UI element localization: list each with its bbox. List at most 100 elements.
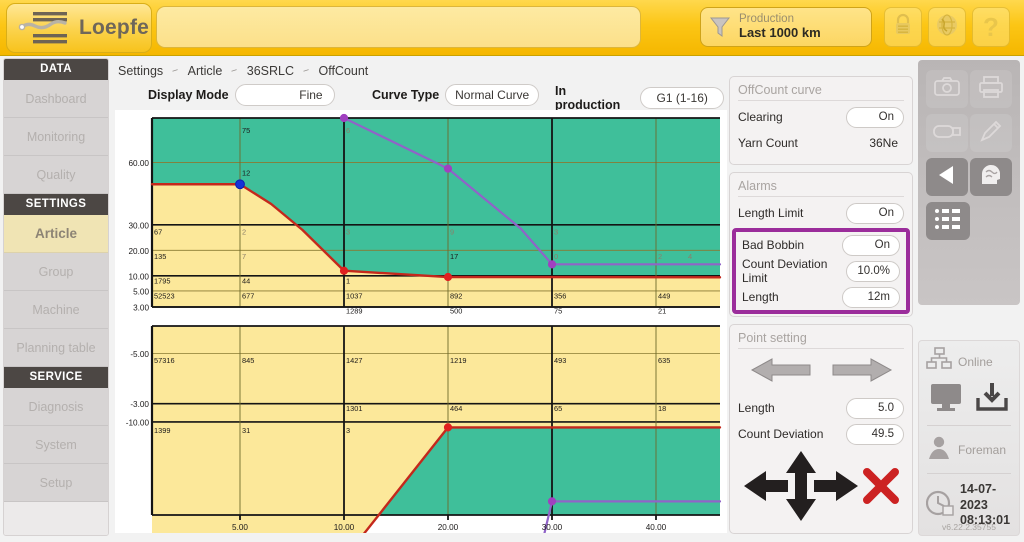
clearing-label: Clearing xyxy=(738,110,783,124)
production-filter-button[interactable]: Production Last 1000 km xyxy=(700,7,872,47)
svg-text:449: 449 xyxy=(658,292,670,301)
sidebar: DATA Dashboard Monitoring Quality SETTIN… xyxy=(3,58,109,536)
count-deviation-limit-value[interactable]: 10.0% xyxy=(846,260,900,282)
edit-button[interactable] xyxy=(970,114,1012,152)
row-point-length: Length 5.0 xyxy=(738,395,904,421)
clock-icon xyxy=(925,489,954,522)
svg-text:1219: 1219 xyxy=(450,356,466,365)
svg-text:845: 845 xyxy=(242,356,254,365)
download-icon[interactable] xyxy=(975,382,1009,417)
point-nav-arrows xyxy=(738,352,904,395)
delete-x-icon[interactable] xyxy=(862,467,900,510)
sidebar-item-diagnosis[interactable]: Diagnosis xyxy=(4,388,108,426)
svg-text:4: 4 xyxy=(688,252,692,261)
svg-text:3: 3 xyxy=(554,227,558,236)
network-status-row: Online xyxy=(919,341,1019,382)
svg-text:-5.00: -5.00 xyxy=(130,350,149,359)
svg-text:30.00: 30.00 xyxy=(129,221,150,230)
svg-text:3: 3 xyxy=(346,227,350,236)
table-button[interactable] xyxy=(926,202,970,240)
svg-text:677: 677 xyxy=(242,292,254,301)
help-button[interactable]: ? xyxy=(972,7,1010,47)
offcount-charts-svg[interactable]: 60.00 30.00 20.00 10.00 5.00 3.00 -3.00 -5.00 -1… xyxy=(115,110,727,542)
svg-text:1399: 1399 xyxy=(154,426,170,435)
head-brain-icon xyxy=(978,162,1004,193)
lock-icon xyxy=(893,13,913,42)
sidebar-item-setup[interactable]: Setup xyxy=(4,464,108,502)
camera-button[interactable] xyxy=(926,70,968,108)
svg-text:135: 135 xyxy=(154,252,166,261)
move-pad-icon-group[interactable] xyxy=(742,449,860,528)
bad-bobbin-value[interactable]: On xyxy=(842,234,900,256)
point-move-pad xyxy=(738,447,904,525)
in-production-control: In production G1 (1-16) xyxy=(555,84,724,112)
count-deviation-limit-label: Count Deviation Limit xyxy=(742,257,828,285)
sidebar-item-article[interactable]: Article xyxy=(4,215,108,253)
lock-button[interactable] xyxy=(884,7,922,47)
svg-text:10.00: 10.00 xyxy=(129,272,150,281)
loepfe-logo-icon xyxy=(17,8,73,48)
clearing-value[interactable]: On xyxy=(846,106,904,128)
arrow-right-icon[interactable] xyxy=(831,356,893,389)
question-mark-icon: ? xyxy=(983,12,999,42)
svg-text:1427: 1427 xyxy=(346,356,362,365)
point-length-value[interactable]: 5.0 xyxy=(846,397,904,419)
svg-text:17: 17 xyxy=(450,252,458,261)
printer-button[interactable] xyxy=(970,70,1012,108)
point-count-deviation-label: Count Deviation xyxy=(738,427,824,441)
production-value: Last 1000 km xyxy=(739,25,821,41)
usb-button[interactable] xyxy=(926,114,968,152)
breadcrumb-item-36srlc[interactable]: 36SRLC xyxy=(247,64,294,78)
svg-text:6: 6 xyxy=(346,126,350,135)
sidebar-item-machine[interactable]: Machine xyxy=(4,291,108,329)
status-divider-2 xyxy=(927,473,1011,474)
brand-name: Loepfe xyxy=(79,16,150,39)
point-setting-card: Point setting Length 5.0 Count Deviation… xyxy=(729,324,913,534)
offcount-chart-area[interactable]: 60.00 30.00 20.00 10.00 5.00 3.00 -3.00 -5.00 -1… xyxy=(115,110,727,542)
breadcrumb-item-settings[interactable]: Settings xyxy=(118,64,163,78)
sidebar-item-quality[interactable]: Quality xyxy=(4,156,108,194)
breadcrumb-separator-icon: − xyxy=(229,64,240,78)
row-clearing: Clearing On xyxy=(738,104,904,130)
curve-type-control: Curve Type Normal Curve xyxy=(372,84,540,106)
sidebar-item-planning-table[interactable]: Planning table xyxy=(4,329,108,367)
sidebar-item-monitoring[interactable]: Monitoring xyxy=(4,118,108,156)
svg-text:10.00: 10.00 xyxy=(334,523,355,532)
back-button[interactable] xyxy=(926,158,968,196)
status-divider xyxy=(927,425,1011,426)
search-input[interactable] xyxy=(156,6,641,48)
monitor-icon[interactable] xyxy=(929,382,963,417)
length-limit-value[interactable]: On xyxy=(846,202,904,224)
svg-text:2: 2 xyxy=(658,252,662,261)
breadcrumb-item-offcount[interactable]: OffCount xyxy=(318,64,368,78)
in-production-field[interactable]: G1 (1-16) xyxy=(640,87,724,109)
svg-text:-10.00: -10.00 xyxy=(126,418,150,427)
point-setting-title: Point setting xyxy=(738,331,904,349)
point-length-label: Length xyxy=(738,401,775,415)
svg-text:2: 2 xyxy=(242,227,246,236)
breadcrumb-item-article[interactable]: Article xyxy=(188,64,223,78)
curve-type-field[interactable]: Normal Curve xyxy=(445,84,540,106)
expert-button[interactable] xyxy=(970,158,1012,196)
svg-text:20.00: 20.00 xyxy=(438,523,459,532)
move-right-icon xyxy=(814,470,858,501)
display-mode-field[interactable]: Fine xyxy=(234,84,335,106)
svg-text:7: 7 xyxy=(242,252,246,261)
offcount-curve-card: OffCount curve Clearing On Yarn Count 36… xyxy=(729,76,913,165)
sidebar-item-system[interactable]: System xyxy=(4,426,108,464)
svg-text:356: 356 xyxy=(554,292,566,301)
sidebar-item-group[interactable]: Group xyxy=(4,253,108,291)
app-header: Loepfe Production Last 1000 km ? xyxy=(0,0,1024,56)
alarm-length-label: Length xyxy=(742,290,779,304)
yarn-count-label: Yarn Count xyxy=(738,136,798,150)
sidebar-item-dashboard[interactable]: Dashboard xyxy=(4,80,108,118)
point-count-deviation-value[interactable]: 49.5 xyxy=(846,423,904,445)
chart-controls: Display Mode Fine Curve Type Normal Curv… xyxy=(118,84,724,112)
length-limit-label: Length Limit xyxy=(738,206,804,220)
globe-button[interactable] xyxy=(928,7,966,47)
bad-bobbin-label: Bad Bobbin xyxy=(742,238,805,252)
alarm-length-value[interactable]: 12m xyxy=(842,286,900,308)
svg-text:31: 31 xyxy=(242,426,250,435)
arrow-left-icon[interactable] xyxy=(750,356,812,389)
globe-icon xyxy=(935,13,959,42)
